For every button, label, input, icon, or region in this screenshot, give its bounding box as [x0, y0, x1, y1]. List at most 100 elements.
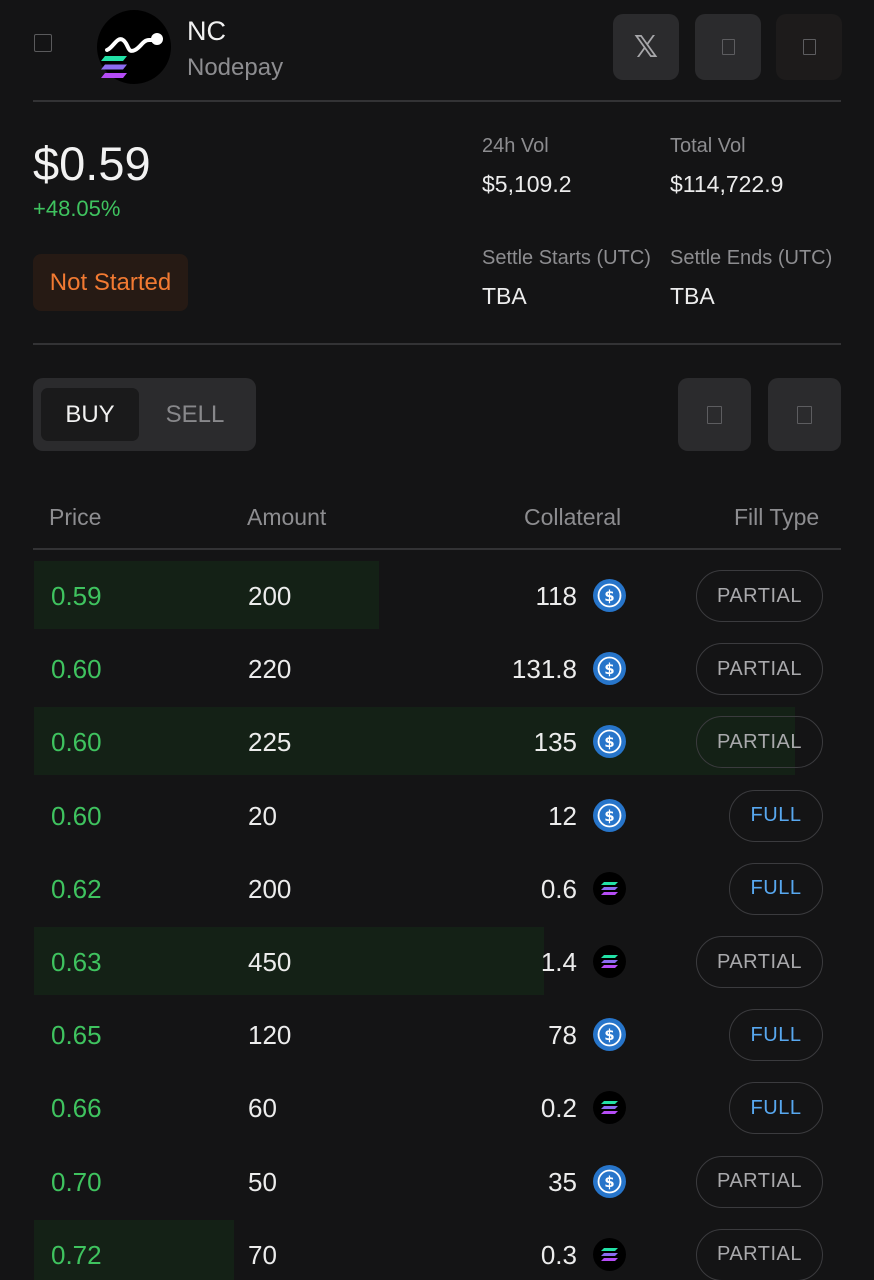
order-row[interactable]: 0.62 200 0.6 FULL	[0, 853, 874, 923]
order-collateral: 131.8	[511, 654, 577, 685]
order-price: 0.62	[51, 873, 102, 904]
usdc-icon: $	[593, 798, 626, 832]
divider	[33, 343, 841, 345]
usdc-icon: $	[593, 725, 626, 759]
more-icon	[802, 39, 816, 55]
totalvol-value: $114,722.9	[670, 171, 784, 197]
order-collateral: 12	[548, 800, 577, 831]
solana-icon	[593, 1237, 626, 1271]
x-twitter-button[interactable]: 𝕏	[613, 14, 679, 80]
buy-sell-toggle: BUY SELL	[33, 378, 256, 451]
order-amount: 220	[248, 654, 292, 685]
price-change: +48.05%	[33, 196, 121, 221]
svg-text:$: $	[604, 660, 614, 678]
fill-type-partial-badge: PARTIAL	[696, 570, 823, 622]
fill-type-partial-badge: PARTIAL	[696, 1155, 823, 1208]
order-price: 0.60	[51, 727, 102, 758]
filter-icon	[707, 405, 722, 424]
tab-sell[interactable]: SELL	[146, 388, 244, 441]
order-row[interactable]: 0.60 20 12 $ FULL	[0, 780, 874, 850]
order-row[interactable]: 0.63 450 1.4 PARTIAL	[0, 926, 874, 996]
order-price: 0.63	[51, 947, 102, 977]
token-symbol: NC	[187, 16, 226, 46]
order-price: 0.72	[51, 1239, 102, 1270]
fill-type-full-badge: FULL	[729, 1009, 823, 1062]
more-button[interactable]	[776, 14, 842, 80]
fill-type-partial-badge: PARTIAL	[696, 716, 823, 769]
status-badge: Not Started	[33, 254, 188, 311]
totalvol-label: Total Vol	[670, 135, 746, 157]
token-name: Nodepay	[187, 54, 284, 81]
svg-text:$: $	[604, 733, 614, 751]
order-collateral: 78	[548, 1020, 577, 1051]
order-row[interactable]: 0.59 200 118 $ PARTIAL	[0, 560, 874, 630]
order-price: 0.59	[51, 581, 102, 611]
column-header-collateral: Collateral	[524, 504, 622, 530]
order-collateral: 135	[533, 727, 577, 758]
order-collateral: 0.3	[540, 1239, 577, 1270]
column-header-price: Price	[49, 504, 102, 530]
order-row[interactable]: 0.60 220 131.8 $ PARTIAL	[0, 633, 874, 703]
order-amount: 120	[248, 1020, 292, 1051]
filter-button[interactable]	[678, 378, 751, 451]
solana-icon	[593, 1091, 626, 1125]
vol24-value: $5,109.2	[482, 171, 572, 197]
svg-text:$: $	[604, 1026, 614, 1044]
order-amount: 70	[248, 1239, 277, 1270]
order-row[interactable]: 0.60 225 135 $ PARTIAL	[0, 706, 874, 776]
fill-type-partial-badge: PARTIAL	[696, 1228, 823, 1280]
share-icon	[721, 39, 735, 55]
order-amount: 200	[248, 581, 292, 611]
fill-type-partial-badge: PARTIAL	[696, 936, 823, 988]
divider	[33, 100, 841, 102]
usdc-icon: $	[593, 652, 626, 686]
tab-buy[interactable]: BUY	[41, 388, 139, 441]
order-collateral: 0.6	[540, 873, 577, 904]
fill-type-full-badge: FULL	[729, 862, 823, 915]
order-amount: 225	[248, 727, 292, 758]
order-collateral: 118	[535, 581, 577, 611]
settle-end-label: Settle Ends (UTC)	[670, 247, 833, 269]
svg-text:$: $	[604, 587, 614, 605]
order-amount: 450	[248, 947, 292, 977]
back-icon[interactable]	[34, 34, 52, 52]
solana-icon	[593, 871, 626, 905]
usdc-icon: $	[593, 1018, 626, 1052]
usdc-icon: $	[593, 579, 626, 612]
current-price: $0.59	[33, 137, 151, 190]
column-header-fill-type: Fill Type	[734, 504, 820, 530]
order-price: 0.60	[51, 800, 102, 831]
fill-type-full-badge: FULL	[729, 1082, 823, 1135]
order-row[interactable]: 0.72 70 0.3 PARTIAL	[0, 1219, 874, 1280]
share-button[interactable]	[695, 14, 761, 80]
settle-start-label: Settle Starts (UTC)	[482, 247, 651, 269]
divider	[33, 548, 841, 550]
order-amount: 60	[248, 1093, 277, 1124]
order-price: 0.70	[51, 1166, 102, 1197]
order-price: 0.65	[51, 1020, 102, 1051]
settle-end-value: TBA	[670, 283, 715, 309]
add-order-button[interactable]	[768, 378, 841, 451]
order-price: 0.66	[51, 1093, 102, 1124]
order-collateral: 35	[548, 1166, 577, 1197]
solana-icon	[593, 945, 626, 978]
order-row[interactable]: 0.70 50 35 $ PARTIAL	[0, 1146, 874, 1216]
order-collateral: 1.4	[540, 947, 577, 977]
vol24-label: 24h Vol	[482, 135, 549, 157]
column-header-amount: Amount	[247, 504, 327, 530]
order-collateral: 0.2	[540, 1093, 577, 1124]
order-price: 0.60	[51, 654, 102, 685]
fill-type-partial-badge: PARTIAL	[696, 643, 823, 696]
usdc-icon: $	[593, 1164, 626, 1198]
solana-icon	[101, 56, 127, 78]
svg-text:$: $	[604, 1173, 614, 1191]
order-row[interactable]: 0.66 60 0.2 FULL	[0, 1072, 874, 1142]
order-amount: 20	[248, 800, 277, 831]
fill-type-full-badge: FULL	[729, 789, 823, 842]
svg-text:$: $	[604, 807, 614, 825]
settle-start-value: TBA	[482, 283, 527, 309]
order-amount: 50	[248, 1166, 277, 1197]
add-icon	[797, 405, 812, 424]
x-twitter-icon: 𝕏	[633, 30, 659, 64]
order-row[interactable]: 0.65 120 78 $ FULL	[0, 999, 874, 1069]
